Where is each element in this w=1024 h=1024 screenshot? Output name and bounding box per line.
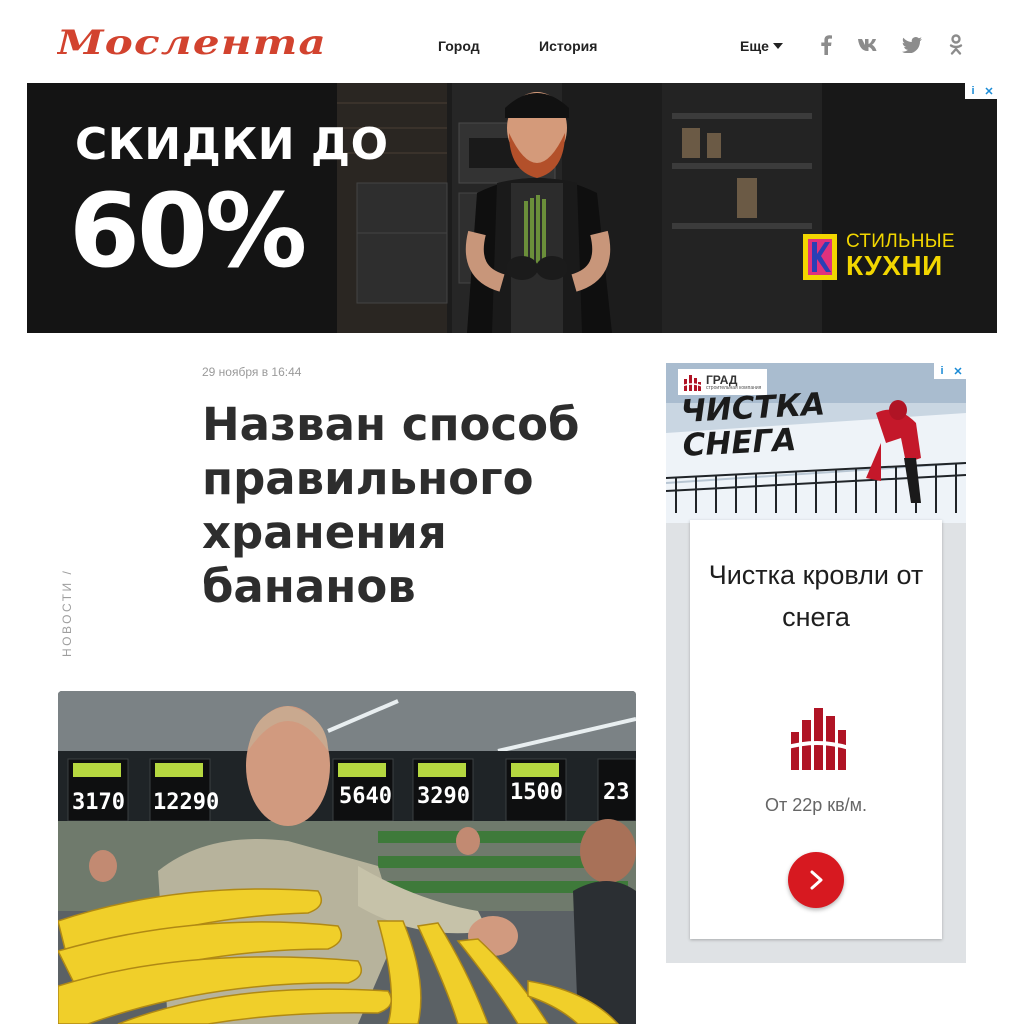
grad-logo-icon	[785, 708, 849, 770]
stilnye-kuhni-logo-icon	[803, 234, 837, 280]
banner-headline: СКИДКИ ДО	[75, 119, 389, 170]
chevron-down-icon	[772, 43, 783, 49]
side-ad-card-title: Чистка кровли от снега	[708, 560, 924, 632]
facebook-icon[interactable]	[815, 34, 837, 56]
kitchen-chef-image	[337, 83, 997, 333]
close-icon[interactable]: ✕	[950, 363, 966, 379]
adchoices-icon[interactable]: i	[934, 363, 950, 379]
article-photo: 3170 12290 5640 3290 1500 23	[58, 691, 636, 1024]
banner-brand-line2: КУХНИ	[846, 250, 943, 281]
nav-link-gorod[interactable]: Город	[438, 38, 480, 54]
rubric-link[interactable]: НОВОСТИ /	[60, 569, 74, 657]
svg-text:3290: 3290	[417, 784, 470, 809]
article-title: Назван способ правильного хранения банан…	[202, 398, 580, 613]
svg-text:3170: 3170	[72, 790, 125, 815]
svg-text:Мослента: Мослента	[57, 24, 327, 60]
banner-brand-line1: СТИЛЬНЫЕ	[846, 231, 955, 252]
svg-text:1500: 1500	[510, 780, 563, 805]
nav-link-istoriya[interactable]: История	[539, 38, 597, 54]
chevron-right-icon	[810, 870, 823, 890]
svg-text:5640: 5640	[339, 784, 392, 809]
site-logo[interactable]: Мослента	[57, 24, 329, 60]
grad-logo-icon	[682, 375, 702, 391]
grad-name: ГРАД	[706, 372, 738, 387]
snow-ad-title-line1: ЧИСТКА	[679, 386, 826, 430]
top-ad-banner[interactable]: СКИДКИ ДО 60% СТИЛЬНЫЕ КУХНИ i ✕	[27, 83, 997, 333]
close-icon[interactable]: ✕	[981, 83, 997, 99]
nav-more-dropdown[interactable]: Еще	[740, 38, 783, 54]
vk-icon[interactable]	[857, 34, 879, 56]
site-header: Мослента Город История Еще	[0, 0, 1024, 83]
adchoices-icon[interactable]: i	[965, 83, 981, 99]
svg-text:23: 23	[603, 780, 630, 805]
article-date: 29 ноября в 16:44	[202, 365, 302, 379]
side-ad-price: От 22р кв/м.	[764, 795, 868, 815]
banner-discount: 60%	[69, 172, 307, 291]
banner-brand: СТИЛЬНЫЕ КУХНИ	[846, 232, 955, 280]
odnoklassniki-icon[interactable]	[945, 34, 967, 56]
nav-more-label: Еще	[740, 38, 769, 54]
side-ad-go-button[interactable]	[788, 852, 844, 908]
snow-ad-title: ЧИСТКА СНЕГА	[679, 386, 828, 463]
svg-text:12290: 12290	[153, 790, 219, 815]
side-ad-banner[interactable]: ГРАД строительная компания ЧИСТКА СНЕГА …	[666, 363, 966, 963]
twitter-icon[interactable]	[901, 34, 923, 56]
side-ad-card[interactable]: Чистка кровли от снега От 22р кв/м.	[690, 520, 942, 939]
